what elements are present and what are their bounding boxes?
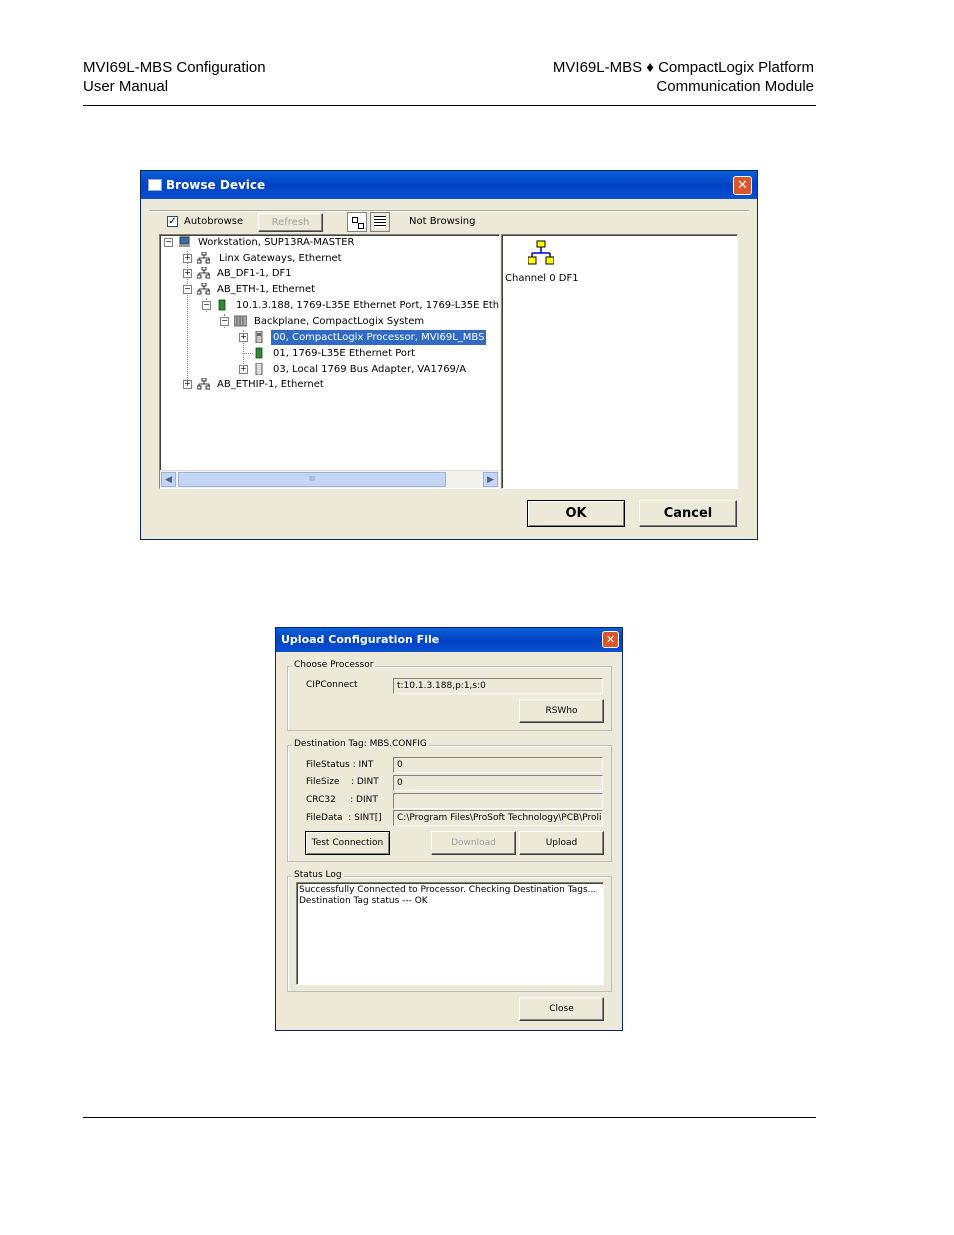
close-icon: ✕ bbox=[737, 178, 748, 193]
computer-icon bbox=[179, 236, 190, 247]
processor-icon bbox=[255, 331, 263, 343]
tree-label: AB_ETHIP-1, Ethernet bbox=[217, 379, 324, 390]
filestatus-label: FileStatus : INT bbox=[306, 760, 374, 770]
header-right-line1: MVI69L-MBS ♦ CompactLogix Platform bbox=[552, 59, 814, 76]
tree-line bbox=[243, 353, 253, 354]
autobrowse-label: Autobrowse bbox=[184, 216, 244, 227]
upload-button[interactable]: Upload bbox=[519, 831, 604, 855]
expand-icon[interactable]: + bbox=[183, 269, 192, 278]
tree-view-button[interactable] bbox=[347, 212, 367, 232]
backplane-icon bbox=[234, 315, 247, 327]
network-icon bbox=[197, 283, 210, 295]
module-icon bbox=[255, 363, 263, 375]
expand-icon[interactable]: + bbox=[239, 333, 248, 342]
browse-status-text: Not Browsing bbox=[409, 216, 476, 227]
destination-tag-label: Destination Tag: MBS.CONFIG bbox=[292, 739, 429, 750]
status-log-line: Destination Tag status --- OK bbox=[299, 896, 428, 906]
tree-label: AB_ETH-1, Ethernet bbox=[217, 284, 316, 295]
filesize-label: FileSize : DINT bbox=[306, 777, 379, 787]
rswho-button[interactable]: RSWho bbox=[519, 699, 604, 723]
channel-item-label[interactable]: Channel 0 DF1 bbox=[505, 273, 579, 284]
network-icon bbox=[528, 240, 554, 265]
filestatus-field[interactable]: 0 bbox=[393, 757, 603, 773]
scroll-grip-icon: III bbox=[309, 476, 315, 483]
ethernet-port-icon bbox=[218, 299, 226, 311]
tree-label: Workstation, SUP13RA-MASTER bbox=[198, 237, 355, 248]
cipconnect-label: CIPConnect bbox=[306, 680, 358, 690]
upload-config-titlebar[interactable]: Upload Configuration File ✕ bbox=[276, 628, 622, 652]
device-tree-pane[interactable]: − Workstation, SUP13RA-MASTER + Linx Gat… bbox=[159, 234, 500, 489]
collapse-icon[interactable]: − bbox=[183, 285, 192, 294]
collapse-icon[interactable]: − bbox=[220, 317, 229, 326]
scroll-right-button[interactable]: ▶ bbox=[483, 472, 498, 487]
tree-label: 03, Local 1769 Bus Adapter, VA1769/A bbox=[273, 364, 467, 375]
browse-device-title: Browse Device bbox=[166, 178, 266, 192]
browse-device-dialog: Browse Device ✕ ✓ Autobrowse Refresh Not… bbox=[140, 170, 758, 540]
collapse-icon[interactable]: − bbox=[164, 238, 173, 247]
collapse-icon[interactable]: − bbox=[202, 301, 211, 310]
status-log-line: Successfully Connected to Processor. Che… bbox=[299, 885, 597, 895]
browse-close-button[interactable]: ✕ bbox=[733, 176, 752, 195]
upload-config-dialog: Upload Configuration File ✕ Choose Proce… bbox=[275, 627, 623, 1031]
expand-icon[interactable]: + bbox=[183, 254, 192, 263]
network-icon bbox=[197, 252, 210, 264]
crc32-field[interactable] bbox=[393, 793, 603, 809]
ethernet-port-icon bbox=[255, 347, 263, 359]
header-left-line2: User Manual bbox=[83, 78, 169, 95]
test-connection-button[interactable]: Test Connection bbox=[305, 831, 390, 855]
close-button[interactable]: Close bbox=[519, 997, 604, 1021]
header-left-line1: MVI69L-MBS Configuration bbox=[83, 59, 266, 76]
crc32-label: CRC32 : DINT bbox=[306, 795, 378, 805]
header-right-line2: Communication Module bbox=[656, 78, 814, 95]
tree-view-icon-child bbox=[358, 223, 364, 229]
list-view-button[interactable] bbox=[370, 212, 390, 232]
close-icon: ✕ bbox=[605, 633, 616, 646]
browse-device-titlebar[interactable]: Browse Device ✕ bbox=[141, 171, 757, 199]
filedata-field[interactable]: C:\Program Files\ProSoft Technology\PCB\… bbox=[393, 810, 603, 826]
toolbar-separator bbox=[149, 210, 749, 212]
filesize-field[interactable]: 0 bbox=[393, 775, 603, 791]
cancel-button[interactable]: Cancel bbox=[639, 500, 737, 527]
footer-rule bbox=[83, 1117, 816, 1118]
scroll-thumb[interactable]: III bbox=[178, 472, 446, 487]
tree-label: 01, 1769-L35E Ethernet Port bbox=[273, 348, 416, 359]
ok-button[interactable]: OK bbox=[527, 500, 625, 527]
list-view-icon bbox=[374, 216, 386, 228]
choose-processor-label: Choose Processor bbox=[292, 660, 376, 671]
tree-label: Linx Gateways, Ethernet bbox=[219, 253, 342, 264]
expand-icon[interactable]: + bbox=[183, 380, 192, 389]
window-icon bbox=[148, 179, 162, 191]
cipconnect-field[interactable]: t:10.1.3.188,p:1,s:0 bbox=[393, 678, 603, 694]
status-log-label: Status Log bbox=[292, 870, 344, 881]
tree-label: Backplane, CompactLogix System bbox=[254, 316, 425, 327]
autobrowse-checkbox[interactable]: ✓ bbox=[167, 216, 178, 227]
filedata-label: FileData : SINT[] bbox=[306, 813, 382, 823]
network-icon bbox=[197, 267, 210, 279]
upload-close-button[interactable]: ✕ bbox=[602, 631, 619, 648]
tree-label: AB_DF1-1, DF1 bbox=[217, 268, 292, 279]
download-button: Download bbox=[431, 831, 516, 855]
horizontal-scrollbar[interactable]: ◀ III ▶ bbox=[160, 470, 499, 488]
status-log-textarea[interactable]: Successfully Connected to Processor. Che… bbox=[296, 882, 604, 985]
refresh-button[interactable]: Refresh bbox=[258, 213, 323, 232]
tree-label: 00, CompactLogix Processor, MVI69L_MBS bbox=[271, 330, 487, 345]
tree-label: 10.1.3.188, 1769-L35E Ethernet Port, 176… bbox=[236, 300, 500, 311]
expand-icon[interactable]: + bbox=[239, 365, 248, 374]
header-rule bbox=[83, 105, 816, 106]
device-list-pane[interactable]: Channel 0 DF1 bbox=[501, 234, 738, 489]
upload-config-title: Upload Configuration File bbox=[281, 633, 440, 646]
network-icon bbox=[197, 378, 210, 390]
scroll-left-button[interactable]: ◀ bbox=[161, 472, 176, 487]
